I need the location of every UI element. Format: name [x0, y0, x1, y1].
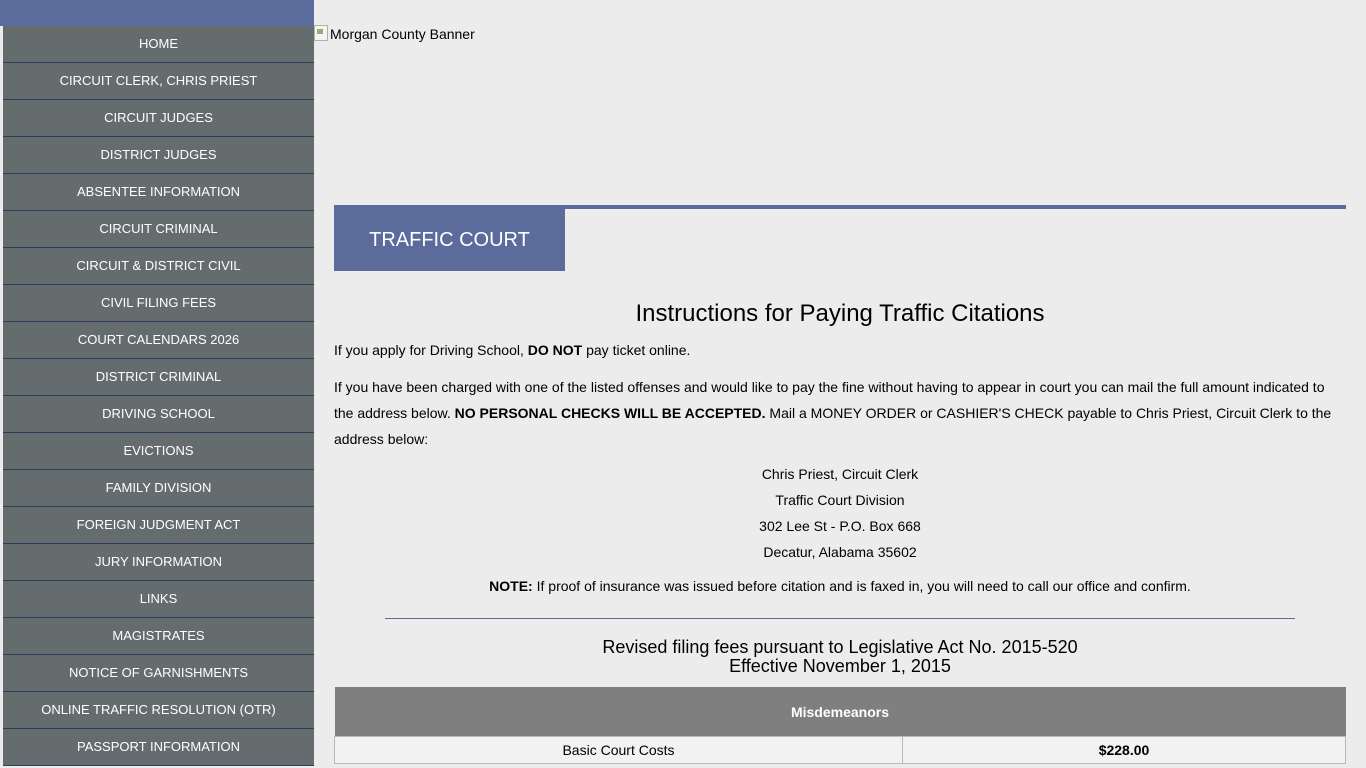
payment-instructions: If you have been charged with one of the…	[334, 374, 1346, 452]
section-title: TRAFFIC COURT	[334, 209, 565, 271]
nav-item-circuit-criminal[interactable]: CIRCUIT CRIMINAL	[3, 211, 314, 248]
p1-bold: DO NOT	[527, 342, 583, 358]
nav-item-online-traffic-resolution[interactable]: ONLINE TRAFFIC RESOLUTION (OTR)	[3, 692, 314, 729]
fees-title-line2: Effective November 1, 2015	[729, 656, 951, 676]
fees-table: Misdemeanors Basic Court Costs $228.00	[334, 687, 1346, 764]
nav-item-court-calendars[interactable]: COURT CALENDARS 2026	[3, 322, 314, 359]
broken-image-icon	[314, 25, 328, 41]
fee-label-cell: Basic Court Costs	[334, 736, 903, 764]
nav-item-evictions[interactable]: EVICTIONS	[3, 433, 314, 470]
insurance-note: NOTE: If proof of insurance was issued b…	[334, 573, 1346, 599]
nav-item-absentee-information[interactable]: ABSENTEE INFORMATION	[3, 174, 314, 211]
mailing-address: Chris Priest, Circuit Clerk Traffic Cour…	[334, 461, 1346, 565]
table-row: Basic Court Costs $228.00	[334, 736, 1346, 764]
nav-item-links[interactable]: LINKS	[3, 581, 314, 618]
nav-item-circuit-clerk[interactable]: CIRCUIT CLERK, CHRIS PRIEST	[3, 63, 314, 100]
nav-item-family-division[interactable]: FAMILY DIVISION	[3, 470, 314, 507]
sidebar: HOME CIRCUIT CLERK, CHRIS PRIEST CIRCUIT…	[0, 0, 314, 768]
nav-item-driving-school[interactable]: DRIVING SCHOOL	[3, 396, 314, 433]
page-heading: Instructions for Paying Traffic Citation…	[635, 300, 1045, 327]
banner-image: Morgan County Banner	[314, 25, 475, 42]
p1-text-after: pay ticket online.	[582, 342, 691, 358]
fees-table-header-row: Misdemeanors	[334, 687, 1346, 737]
sidebar-top-bar	[0, 0, 314, 26]
address-line: Chris Priest, Circuit Clerk	[761, 466, 919, 482]
nav-item-circuit-district-civil[interactable]: CIRCUIT & DISTRICT CIVIL	[3, 248, 314, 285]
nav-item-civil-filing-fees[interactable]: CIVIL FILING FEES	[3, 285, 314, 322]
note-label: NOTE:	[489, 578, 533, 594]
content-divider	[385, 618, 1295, 619]
fees-title: Revised filing fees pursuant to Legislat…	[334, 638, 1346, 676]
p1-text-before: If you apply for Driving School,	[334, 342, 528, 358]
address-line: Traffic Court Division	[775, 492, 905, 508]
fee-amount-cell: $228.00	[902, 736, 1346, 764]
nav-item-district-judges[interactable]: DISTRICT JUDGES	[3, 137, 314, 174]
address-line: Decatur, Alabama 35602	[763, 544, 917, 560]
nav-menu: HOME CIRCUIT CLERK, CHRIS PRIEST CIRCUIT…	[3, 26, 314, 766]
banner-alt-text: Morgan County Banner	[330, 26, 475, 42]
nav-item-circuit-judges[interactable]: CIRCUIT JUDGES	[3, 100, 314, 137]
nav-item-passport-information[interactable]: PASSPORT INFORMATION	[3, 729, 314, 766]
note-text: If proof of insurance was issued before …	[532, 578, 1191, 594]
nav-item-home[interactable]: HOME	[3, 26, 314, 63]
nav-item-jury-information[interactable]: JURY INFORMATION	[3, 544, 314, 581]
nav-item-district-criminal[interactable]: DISTRICT CRIMINAL	[3, 359, 314, 396]
fees-title-line1: Revised filing fees pursuant to Legislat…	[602, 637, 1078, 657]
driving-school-notice: If you apply for Driving School, DO NOT …	[334, 340, 1346, 360]
nav-item-magistrates[interactable]: MAGISTRATES	[3, 618, 314, 655]
fees-table-header: Misdemeanors	[334, 687, 1346, 737]
nav-item-foreign-judgment-act[interactable]: FOREIGN JUDGMENT ACT	[3, 507, 314, 544]
nav-item-notice-of-garnishments[interactable]: NOTICE OF GARNISHMENTS	[3, 655, 314, 692]
address-line: 302 Lee St - P.O. Box 668	[759, 518, 921, 534]
p2-bold: NO PERSONAL CHECKS WILL BE ACCEPTED.	[454, 405, 766, 421]
main-content: Instructions for Paying Traffic Citation…	[334, 298, 1346, 764]
